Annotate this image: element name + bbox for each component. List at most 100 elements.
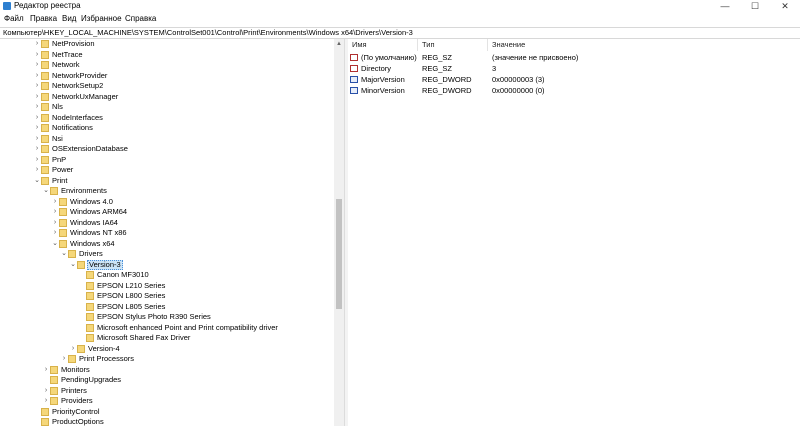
tree-label[interactable]: Version-4 [87,344,121,354]
expand-chevron-icon[interactable]: › [33,134,41,144]
expand-chevron-icon[interactable]: › [33,144,41,154]
expand-chevron-icon[interactable]: › [51,207,59,217]
tree-node[interactable]: › Windows ARM64 [0,207,334,217]
tree-node[interactable]: › Windows NT x86 [0,228,334,238]
tree-label[interactable]: NetTrace [51,50,84,60]
column-divider[interactable] [487,39,488,51]
tree-label[interactable]: PendingUpgrades [60,375,122,385]
tree-label[interactable]: Print [51,176,68,186]
expand-chevron-icon[interactable]: › [33,165,41,175]
tree-label[interactable]: Nsi [51,134,64,144]
tree-label[interactable]: NetworkSetup2 [51,81,104,91]
tree-node[interactable]: › NetworkProvider [0,71,334,81]
expand-chevron-icon[interactable]: › [33,113,41,123]
expand-chevron-icon[interactable]: › [33,92,41,102]
address-bar[interactable]: Компьютер\HKEY_LOCAL_MACHINE\SYSTEM\Cont… [0,27,800,39]
value-row[interactable]: MinorVersion REG_DWORD 0x00000000 (0) [348,85,800,96]
value-row[interactable]: (По умолчанию) REG_SZ (значение не присвое… [348,52,800,63]
tree-label[interactable]: Notifications [51,123,94,133]
address-path[interactable]: Компьютер\HKEY_LOCAL_MACHINE\SYSTEM\Cont… [3,28,413,38]
menu-edit[interactable]: Правка [30,13,57,25]
scroll-thumb[interactable] [336,199,342,309]
expand-chevron-icon[interactable]: › [33,60,41,70]
tree-label[interactable]: Network [51,60,81,70]
tree-node[interactable]: › NetProvision [0,39,334,49]
tree-label[interactable]: EPSON Stylus Photo R390 Series [96,312,212,322]
tree-label[interactable]: NetworkUxManager [51,92,119,102]
tree-node[interactable]: EPSON L805 Series [0,302,334,312]
tree-label[interactable]: NetworkProvider [51,71,108,81]
tree-label[interactable]: Canon MF3010 [96,270,150,280]
tree-label[interactable]: Monitors [60,365,91,375]
tree-label[interactable]: Microsoft enhanced Point and Print compa… [96,323,279,333]
expand-chevron-icon[interactable]: › [42,365,50,375]
menu-view[interactable]: Вид [62,13,76,25]
tree-node[interactable]: › NetworkSetup2 [0,81,334,91]
tree-label[interactable]: NodeInterfaces [51,113,104,123]
tree-node[interactable]: › NetTrace [0,50,334,60]
value-row[interactable]: MajorVersion REG_DWORD 0x00000003 (3) [348,74,800,85]
tree-node[interactable]: › Version-4 [0,344,334,354]
tree-label[interactable]: Nls [51,102,64,112]
tree-label[interactable]: Microsoft Shared Fax Driver [96,333,191,343]
collapse-chevron-icon[interactable]: ⌄ [69,260,77,270]
scroll-up-icon[interactable]: ▲ [334,39,344,49]
expand-chevron-icon[interactable]: › [33,39,41,49]
tree-label[interactable]: ProductOptions [51,417,105,426]
value-row[interactable]: Directory REG_SZ 3 [348,63,800,74]
expand-chevron-icon[interactable]: › [42,386,50,396]
tree-node[interactable]: ⌄ Windows x64 [0,239,334,249]
tree-label[interactable]: PnP [51,155,67,165]
tree-label[interactable]: Print Processors [78,354,135,364]
tree-label[interactable]: Windows IA64 [69,218,119,228]
tree-node[interactable]: ⌄ Print [0,176,334,186]
tree-node[interactable]: › Windows IA64 [0,218,334,228]
tree-node[interactable]: ⌄ Drivers [0,249,334,259]
tree-node[interactable]: EPSON Stylus Photo R390 Series [0,312,334,322]
tree-node[interactable]: EPSON L800 Series [0,291,334,301]
column-type-header[interactable]: Тип [422,39,435,51]
tree-label[interactable]: Power [51,165,74,175]
menu-file[interactable]: Файл [4,13,24,25]
tree-node[interactable]: ProductOptions [0,417,334,426]
column-data-header[interactable]: Значение [492,39,525,51]
expand-chevron-icon[interactable]: › [33,50,41,60]
tree-node[interactable]: Canon MF3010 [0,270,334,280]
tree-node[interactable]: PendingUpgrades [0,375,334,385]
selected-tree-label[interactable]: Version-3 [87,259,123,270]
tree-label[interactable]: Windows 4.0 [69,197,114,207]
tree-label[interactable]: Printers [60,386,88,396]
tree-node[interactable]: › Monitors [0,365,334,375]
tree-node[interactable]: › OSExtensionDatabase [0,144,334,154]
tree-node[interactable]: › NodeInterfaces [0,113,334,123]
tree-node[interactable]: Microsoft enhanced Point and Print compa… [0,323,334,333]
expand-chevron-icon[interactable]: › [33,123,41,133]
menu-help[interactable]: Справка [125,13,156,25]
expand-chevron-icon[interactable]: › [51,228,59,238]
tree-node[interactable]: ⌄ Version-3 [0,259,334,270]
collapse-chevron-icon[interactable]: ⌄ [60,249,68,259]
tree-label[interactable]: Windows ARM64 [69,207,128,217]
column-name-header[interactable]: Имя [352,39,367,51]
tree-node[interactable]: › Printers [0,386,334,396]
tree-node[interactable]: ⌄ Environments [0,186,334,196]
minimize-button[interactable]: — [710,0,740,12]
tree-node[interactable]: › Power [0,165,334,175]
expand-chevron-icon[interactable]: › [42,396,50,406]
tree-label[interactable]: Windows NT x86 [69,228,128,238]
tree-scrollbar[interactable]: ▲ [334,39,344,426]
expand-chevron-icon[interactable]: › [60,354,68,364]
tree-node[interactable]: PriorityControl [0,407,334,417]
expand-chevron-icon[interactable]: › [33,155,41,165]
expand-chevron-icon[interactable]: › [69,344,77,354]
tree-node[interactable]: EPSON L210 Series [0,281,334,291]
collapse-chevron-icon[interactable]: ⌄ [33,176,41,186]
tree-node[interactable]: › Providers [0,396,334,406]
tree-label[interactable]: OSExtensionDatabase [51,144,129,154]
expand-chevron-icon[interactable]: › [51,218,59,228]
tree-label[interactable]: EPSON L210 Series [96,281,166,291]
expand-chevron-icon[interactable]: › [33,71,41,81]
expand-chevron-icon[interactable]: › [51,197,59,207]
collapse-chevron-icon[interactable]: ⌄ [51,239,59,249]
tree-node[interactable]: › Network [0,60,334,70]
